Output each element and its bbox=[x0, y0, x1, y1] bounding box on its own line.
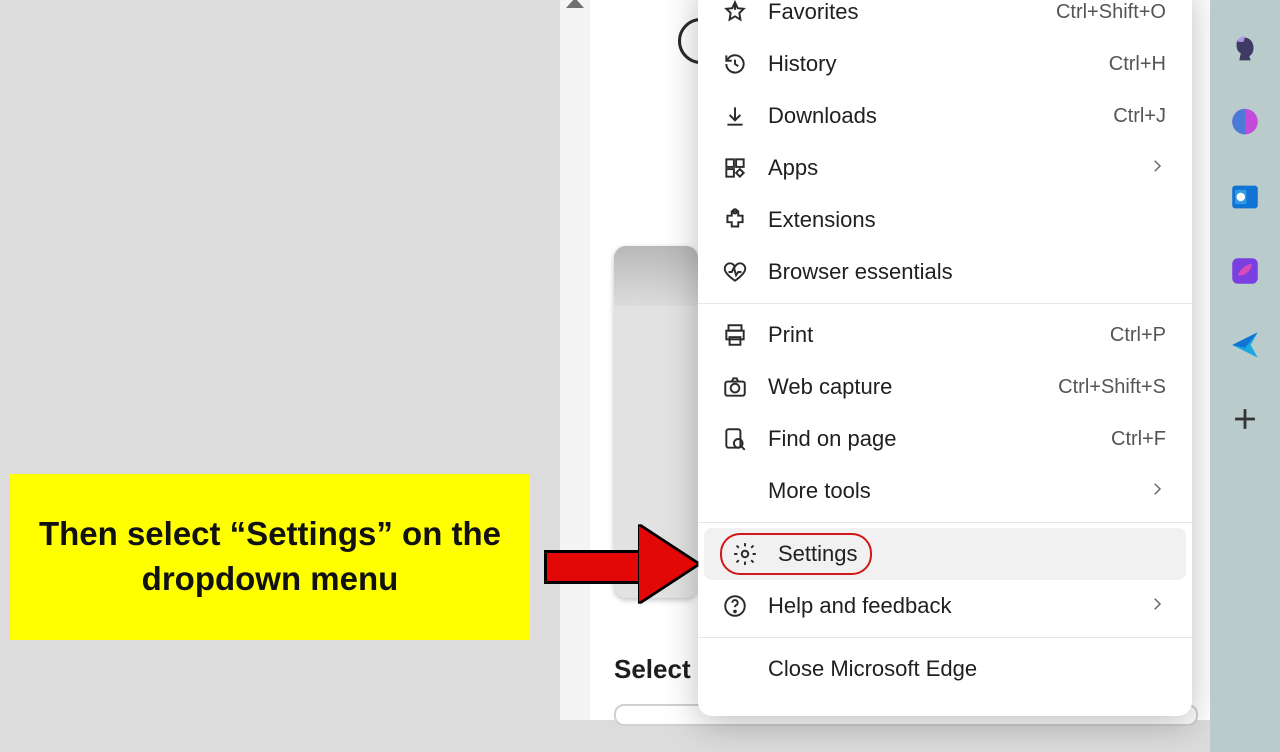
browser-more-menu: Favorites Ctrl+Shift+O History Ctrl+H Do… bbox=[698, 0, 1192, 716]
designer-icon[interactable] bbox=[1228, 254, 1262, 288]
menu-item-find-on-page[interactable]: Find on page Ctrl+F bbox=[698, 413, 1192, 465]
menu-label: Settings bbox=[778, 541, 858, 567]
send-icon[interactable] bbox=[1228, 328, 1262, 362]
menu-label: Downloads bbox=[768, 103, 1113, 129]
download-icon bbox=[720, 101, 750, 131]
puzzle-icon bbox=[720, 205, 750, 235]
menu-item-downloads[interactable]: Downloads Ctrl+J bbox=[698, 90, 1192, 142]
chevron-right-icon bbox=[1148, 593, 1166, 619]
menu-label: Find on page bbox=[768, 426, 1111, 452]
menu-item-browser-essentials[interactable]: Browser essentials bbox=[698, 246, 1192, 298]
menu-item-close-edge[interactable]: Close Microsoft Edge bbox=[698, 643, 1192, 695]
add-icon[interactable] bbox=[1228, 402, 1262, 436]
menu-shortcut: Ctrl+P bbox=[1110, 324, 1166, 347]
heartbeat-icon bbox=[720, 257, 750, 287]
menu-label: Extensions bbox=[768, 207, 1166, 233]
menu-label: Help and feedback bbox=[768, 593, 1148, 619]
outlook-icon[interactable] bbox=[1228, 180, 1262, 214]
menu-label: Browser essentials bbox=[768, 259, 1166, 285]
help-icon bbox=[720, 591, 750, 621]
history-icon bbox=[720, 49, 750, 79]
menu-label: Apps bbox=[768, 155, 1148, 181]
edge-sidebar bbox=[1210, 0, 1280, 752]
menu-shortcut: Ctrl+Shift+O bbox=[1056, 1, 1166, 24]
menu-item-web-capture[interactable]: Web capture Ctrl+Shift+S bbox=[698, 361, 1192, 413]
blank-icon bbox=[720, 476, 750, 506]
apps-icon bbox=[720, 153, 750, 183]
menu-separator bbox=[698, 637, 1192, 638]
menu-item-history[interactable]: History Ctrl+H bbox=[698, 38, 1192, 90]
menu-label: Close Microsoft Edge bbox=[768, 656, 1166, 682]
blank-icon bbox=[720, 654, 750, 684]
menu-separator bbox=[698, 303, 1192, 304]
menu-item-extensions[interactable]: Extensions bbox=[698, 194, 1192, 246]
menu-item-favorites[interactable]: Favorites Ctrl+Shift+O bbox=[698, 0, 1192, 38]
printer-icon bbox=[720, 320, 750, 350]
menu-shortcut: Ctrl+H bbox=[1109, 53, 1166, 76]
menu-label: Web capture bbox=[768, 374, 1058, 400]
chess-icon[interactable] bbox=[1228, 32, 1262, 66]
microsoft365-icon[interactable] bbox=[1228, 106, 1262, 140]
find-icon bbox=[720, 424, 750, 454]
menu-label: Print bbox=[768, 322, 1110, 348]
menu-shortcut: Ctrl+J bbox=[1113, 105, 1166, 128]
menu-label: History bbox=[768, 51, 1109, 77]
menu-separator bbox=[698, 522, 1192, 523]
menu-label: More tools bbox=[768, 478, 1148, 504]
camera-icon bbox=[720, 372, 750, 402]
menu-item-help-feedback[interactable]: Help and feedback bbox=[698, 580, 1192, 632]
gear-icon bbox=[730, 539, 760, 569]
scrollbar-up-arrow[interactable] bbox=[566, 0, 584, 8]
instruction-callout: Then select “Settings” on the dropdown m… bbox=[10, 474, 530, 640]
pointer-arrow bbox=[544, 530, 704, 600]
chevron-right-icon bbox=[1148, 155, 1166, 181]
menu-item-more-tools[interactable]: More tools bbox=[698, 465, 1192, 517]
scrollbar-track[interactable] bbox=[560, 0, 590, 720]
instruction-text: Then select “Settings” on the dropdown m… bbox=[32, 512, 508, 601]
menu-shortcut: Ctrl+F bbox=[1111, 428, 1166, 451]
menu-label: Favorites bbox=[768, 0, 1056, 25]
menu-item-settings[interactable]: Settings bbox=[704, 528, 1186, 580]
menu-item-apps[interactable]: Apps bbox=[698, 142, 1192, 194]
star-icon bbox=[720, 0, 750, 27]
menu-item-print[interactable]: Print Ctrl+P bbox=[698, 309, 1192, 361]
highlight-circle: Settings bbox=[720, 533, 872, 575]
menu-shortcut: Ctrl+Shift+S bbox=[1058, 376, 1166, 399]
chevron-right-icon bbox=[1148, 478, 1166, 504]
